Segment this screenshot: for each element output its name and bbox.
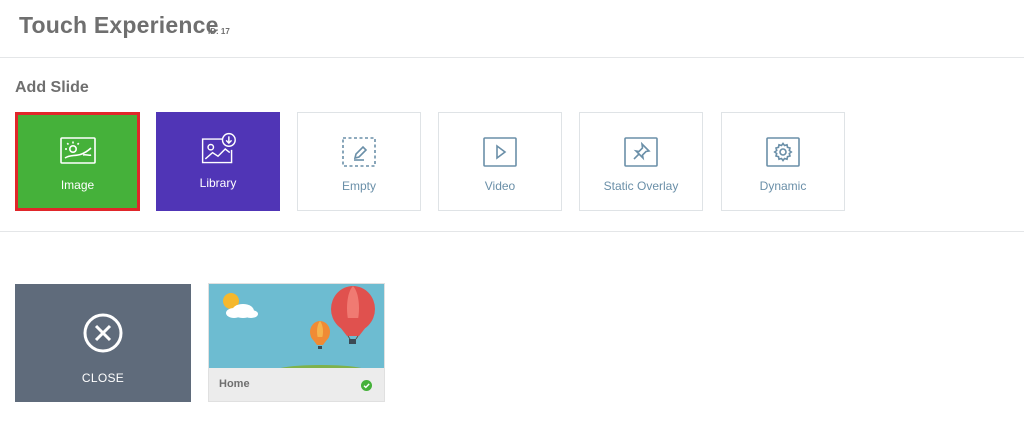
slide-name: Home xyxy=(219,378,250,390)
image-icon xyxy=(59,134,97,168)
library-icon xyxy=(199,130,237,168)
tile-label: Static Overlay xyxy=(603,179,679,193)
tile-label: Dynamic xyxy=(759,179,807,193)
tile-label: Empty xyxy=(341,179,376,193)
gear-icon xyxy=(764,135,802,169)
experience-id: ID: 17 xyxy=(208,27,230,36)
tile-label: Video xyxy=(484,179,516,193)
pin-icon xyxy=(622,135,660,169)
close-label: CLOSE xyxy=(81,371,125,385)
page-header: Touch Experience ID: 17 xyxy=(0,0,1024,58)
check-circle-icon xyxy=(361,378,372,396)
add-library-slide-button[interactable]: Library xyxy=(156,112,280,211)
add-video-slide-button[interactable]: Video xyxy=(438,112,562,211)
slide-thumbnail xyxy=(209,284,384,368)
add-dynamic-slide-button[interactable]: Dynamic xyxy=(721,112,845,211)
close-slide-card[interactable]: CLOSE xyxy=(15,284,191,402)
tile-label: Library xyxy=(199,176,237,190)
page-title: Touch Experience xyxy=(19,12,219,38)
slide-card-home[interactable]: Home xyxy=(208,283,385,402)
video-icon xyxy=(481,135,519,169)
slide-footer: Home xyxy=(209,368,384,401)
empty-slide-icon xyxy=(340,135,378,169)
add-empty-slide-button[interactable]: Empty xyxy=(297,112,421,211)
close-circle-icon xyxy=(82,312,124,359)
add-image-slide-button[interactable]: Image xyxy=(15,112,140,211)
add-slide-heading: Add Slide xyxy=(15,79,89,96)
add-static-overlay-slide-button[interactable]: Static Overlay xyxy=(579,112,703,211)
section-divider xyxy=(0,231,1024,232)
tile-label: Image xyxy=(60,178,95,192)
